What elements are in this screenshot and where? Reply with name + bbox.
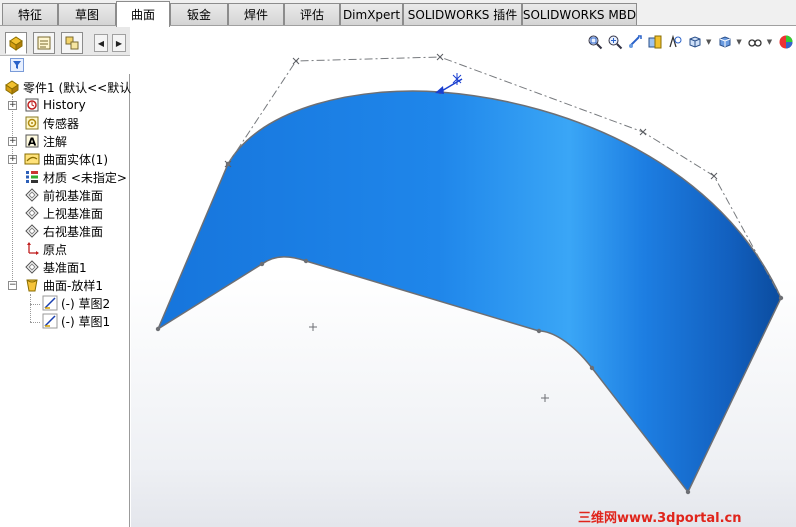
tab-features[interactable]: 特征 [2, 3, 58, 25]
feature-manager-panel: ◀ ▶ 零件1 (默认<<默认>_显示状态 1>) + History 传感器 … [0, 26, 221, 527]
tree-item-surface-loft1[interactable]: 曲面-放样1 [24, 276, 103, 294]
tab-solidworks-mbd[interactable]: SOLIDWORKS MBD [522, 3, 637, 25]
scroll-left-button[interactable]: ◀ [94, 34, 108, 52]
command-manager-tabs: 特征 草图 曲面 钣金 焊件 评估 DimXpert SOLIDWORKS 插件… [0, 0, 796, 27]
tab-label: 曲面 [130, 8, 155, 22]
tab-label: SOLIDWORKS MBD [522, 7, 637, 22]
tree-item-label: 原点 [43, 242, 68, 257]
tree-item-origin[interactable]: 原点 [24, 240, 67, 258]
tab-sheet-metal[interactable]: 钣金 [170, 3, 228, 25]
history-icon [24, 97, 40, 113]
chevron-right-icon: ▶ [115, 38, 123, 48]
graphics-area[interactable]: ▼ ▼ ▼ ▼ ▼ ▼ [131, 26, 796, 527]
tree-item-label: 曲面-放样1 [43, 278, 103, 293]
expand-history-toggle[interactable]: + [8, 101, 17, 110]
tab-label: DimXpert [342, 7, 401, 22]
plus-icon: + [9, 136, 17, 146]
sketch-icon [42, 313, 58, 329]
watermark-text: 三维网www.3dportal.cn [578, 511, 742, 526]
tab-label: 特征 [17, 8, 42, 22]
tab-surfaces[interactable]: 曲面 [116, 1, 170, 27]
plane-icon [24, 205, 40, 221]
filter-row [0, 56, 130, 74]
tree-line [30, 304, 40, 305]
feature-manager-icon[interactable] [5, 32, 27, 54]
tree-item-label: 基准面1 [43, 260, 87, 275]
tree-item-label: 上视基准面 [43, 206, 104, 221]
loft-surface[interactable] [156, 90, 782, 494]
material-icon [24, 169, 40, 185]
tree-item-top-plane[interactable]: 上视基准面 [24, 204, 103, 222]
tree-item-surface-bodies[interactable]: 曲面实体(1) [24, 150, 108, 168]
tree-item-front-plane[interactable]: 前视基准面 [24, 186, 103, 204]
tree-item-sensors[interactable]: 传感器 [24, 114, 79, 132]
sensor-icon [24, 115, 40, 131]
tree-item-label: (-) 草图2 [61, 296, 111, 311]
model-canvas [155, 53, 784, 495]
plus-icon: + [9, 100, 17, 110]
tree-item-label: 前视基准面 [43, 188, 104, 203]
filter-icon[interactable] [10, 58, 24, 72]
tree-item-label: 曲面实体(1) [43, 152, 108, 167]
plus-icon: + [9, 154, 17, 164]
tree-item-label: 注解 [43, 134, 68, 149]
scroll-right-button[interactable]: ▶ [112, 34, 126, 52]
svg-text:A: A [28, 136, 37, 149]
tab-label: 钣金 [186, 8, 211, 22]
tree-item-sketch2[interactable]: (-) 草图2 [42, 294, 110, 312]
tab-label: SOLIDWORKS 插件 [407, 8, 518, 22]
minus-icon: − [9, 280, 17, 290]
tree-item-plane1[interactable]: 基准面1 [24, 258, 87, 276]
tree-line [12, 96, 13, 290]
plane-icon [24, 259, 40, 275]
tab-label: 评估 [299, 8, 324, 22]
sketch-point-markers [309, 323, 549, 402]
tree-item-label: 传感器 [43, 116, 80, 131]
spline-handle-arrow[interactable] [435, 73, 463, 94]
expand-annotations-toggle[interactable]: + [8, 137, 17, 146]
plane-icon [24, 187, 40, 203]
tree-line [30, 322, 40, 323]
collapse-loft-toggle[interactable]: − [8, 281, 17, 290]
tree-item-label: (-) 草图1 [61, 314, 111, 329]
tab-label: 草图 [74, 8, 99, 22]
tree-item-right-plane[interactable]: 右视基准面 [24, 222, 103, 240]
panel-toolbar: ◀ ▶ [0, 26, 130, 56]
tab-sketch[interactable]: 草图 [58, 3, 116, 25]
tree-item-label: 右视基准面 [43, 224, 104, 239]
tree-item-annotations[interactable]: A 注解 [24, 132, 67, 150]
configuration-manager-icon[interactable] [61, 32, 83, 54]
annotation-icon: A [24, 133, 40, 149]
tree-item-label: 材质 <未指定> [43, 170, 127, 185]
tree-item-material[interactable]: 材质 <未指定> [24, 168, 127, 186]
tab-dimxpert[interactable]: DimXpert [340, 3, 403, 25]
tab-evaluate[interactable]: 评估 [284, 3, 340, 25]
tree-item-sketch1[interactable]: (-) 草图1 [42, 312, 110, 330]
chevron-left-icon: ◀ [97, 38, 105, 48]
sketch-icon [42, 295, 58, 311]
plane-icon [24, 223, 40, 239]
loft-surface-icon [24, 277, 40, 293]
expand-surface-bodies-toggle[interactable]: + [8, 155, 17, 164]
property-manager-icon[interactable] [33, 32, 55, 54]
surface-bodies-icon [24, 151, 40, 167]
tab-solidworks-addins[interactable]: SOLIDWORKS 插件 [403, 3, 522, 25]
tree-item-label: History [43, 98, 86, 112]
origin-icon [24, 241, 40, 257]
part-icon [4, 79, 20, 95]
tree-line [30, 294, 31, 322]
tab-label: 焊件 [243, 8, 268, 22]
tree-item-history[interactable]: History [24, 96, 86, 114]
tab-weldments[interactable]: 焊件 [228, 3, 284, 25]
